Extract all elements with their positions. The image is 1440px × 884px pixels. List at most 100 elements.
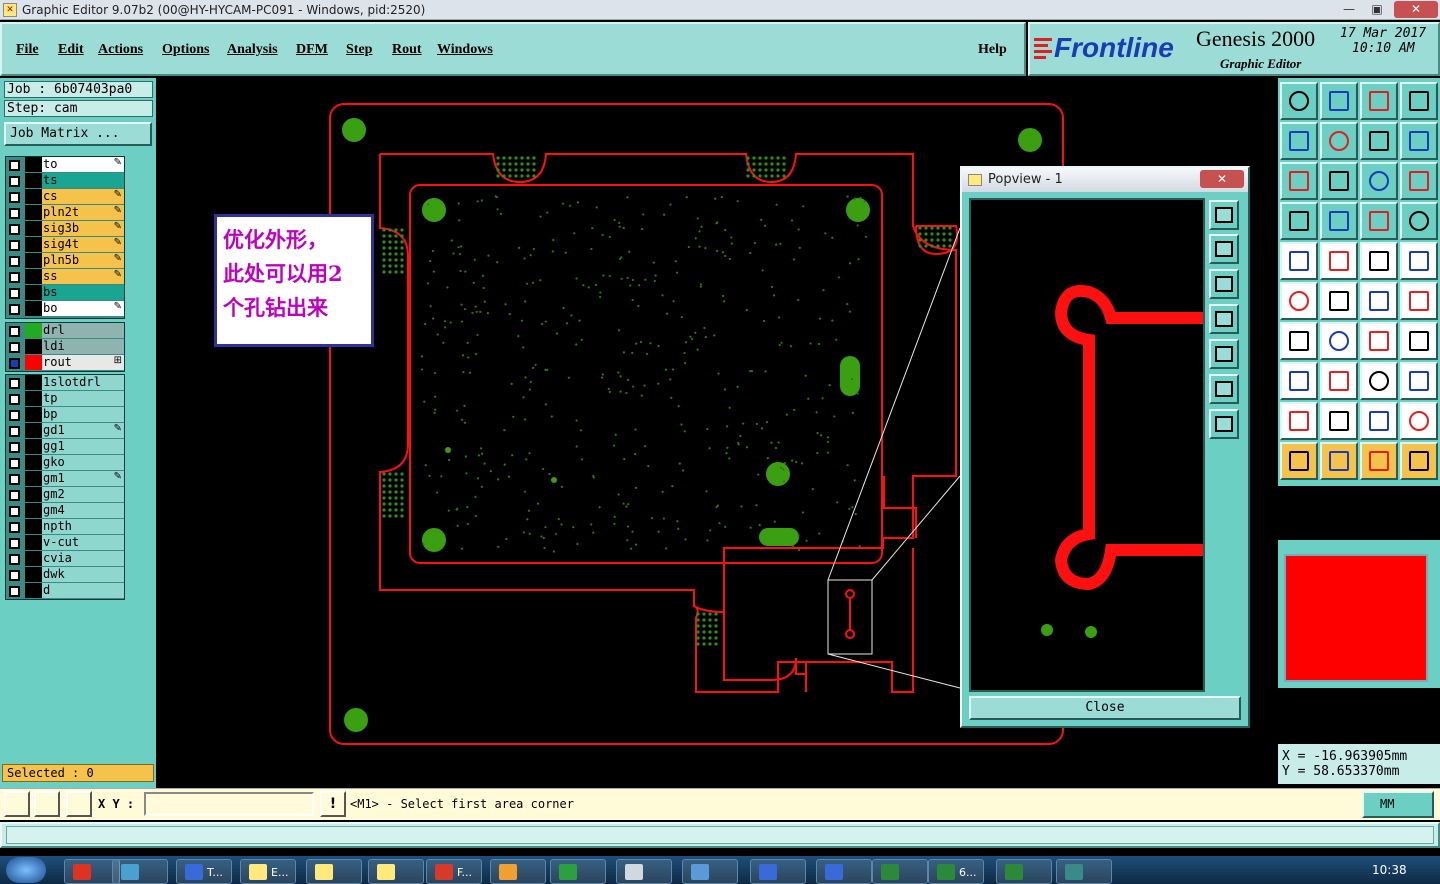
- save-icon[interactable]: [1320, 82, 1358, 120]
- layer-row-sig4t[interactable]: sig4t ✎: [6, 237, 124, 253]
- layer-checkbox[interactable]: [9, 342, 20, 353]
- layer-row-bp[interactable]: bp: [6, 407, 124, 423]
- layer-row-pln5b[interactable]: pln5b ✎: [6, 253, 124, 269]
- layer-checkbox[interactable]: [9, 208, 20, 219]
- layer-row-bs[interactable]: bs: [6, 285, 124, 301]
- layer-name[interactable]: gko: [42, 455, 124, 470]
- menu-help[interactable]: Help: [978, 42, 1007, 58]
- layer-checkbox[interactable]: [9, 192, 20, 203]
- alert-icon[interactable]: !: [320, 791, 346, 817]
- popview-window[interactable]: Popview - 1 ✕ Close: [960, 166, 1250, 728]
- layer-checkbox[interactable]: [9, 458, 20, 469]
- layer-row-1slotdrl[interactable]: 1slotdrl: [6, 375, 124, 391]
- layer-name[interactable]: dwk: [42, 567, 124, 582]
- move-icon[interactable]: [1360, 282, 1398, 320]
- layer-name[interactable]: ss: [42, 269, 124, 284]
- layer-name[interactable]: pln5b: [42, 253, 124, 268]
- zoom-home-icon[interactable]: [1320, 162, 1358, 200]
- layer-checkbox[interactable]: [9, 304, 20, 315]
- layer-name[interactable]: gm4: [42, 503, 124, 518]
- layer-row-gd1[interactable]: gd1 ✎: [6, 423, 124, 439]
- layer-checkbox[interactable]: [9, 554, 20, 565]
- layer-name[interactable]: ts: [42, 173, 124, 188]
- layer-row-gg1[interactable]: gg1: [6, 439, 124, 455]
- layer-row-cvia[interactable]: cvia: [6, 551, 124, 567]
- pad-icon[interactable]: [1280, 242, 1318, 280]
- layer-checkbox[interactable]: [9, 522, 20, 533]
- layer-row-cs[interactable]: cs ✎: [6, 189, 124, 205]
- layer-checkbox[interactable]: [9, 240, 20, 251]
- taskbar-app-4[interactable]: [306, 859, 362, 884]
- menu-file[interactable]: File: [16, 42, 39, 58]
- taskbar-app-13[interactable]: [872, 859, 928, 884]
- taskbar-app-10[interactable]: [682, 859, 738, 884]
- delete-icon[interactable]: [1320, 282, 1358, 320]
- layer-checkbox[interactable]: [9, 474, 20, 485]
- layer-name[interactable]: gm2: [42, 487, 124, 502]
- layer-name[interactable]: sig3b: [42, 221, 124, 236]
- popview-close-x[interactable]: ✕: [1200, 170, 1244, 188]
- popview-pan-right-icon[interactable]: [1209, 339, 1239, 369]
- shapes-icon[interactable]: [1400, 362, 1438, 400]
- triangle-icon[interactable]: [1280, 402, 1318, 440]
- xy-input[interactable]: [144, 792, 314, 816]
- layer-row-gm2[interactable]: gm2: [6, 487, 124, 503]
- layer-row-gm1[interactable]: gm1 ✎: [6, 471, 124, 487]
- line-tool-icon[interactable]: [1320, 202, 1358, 240]
- layer-name[interactable]: npth: [42, 519, 124, 534]
- layer-red-icon[interactable]: [1360, 202, 1398, 240]
- resize-icon[interactable]: [1360, 362, 1398, 400]
- job-matrix-button[interactable]: Job Matrix ...: [4, 122, 152, 146]
- layer-row-dwk[interactable]: dwk: [6, 567, 124, 583]
- taskbar-app-9[interactable]: [616, 859, 672, 884]
- snap-icon[interactable]: [4, 791, 30, 817]
- layer-row-v-cut[interactable]: v-cut: [6, 535, 124, 551]
- help-icon[interactable]: [1400, 162, 1438, 200]
- flip-icon[interactable]: [1400, 322, 1438, 360]
- layer-row-d[interactable]: d: [6, 583, 124, 599]
- popview-zoom-fit-icon[interactable]: [1209, 200, 1239, 230]
- taskbar-app-3[interactable]: E...: [240, 859, 296, 884]
- layer-name[interactable]: drl: [42, 323, 124, 338]
- layer-row-ldi[interactable]: ldi: [6, 339, 124, 355]
- measure-icon[interactable]: [34, 791, 60, 817]
- layer-name[interactable]: rout: [42, 355, 124, 370]
- menu-windows[interactable]: Windows: [437, 42, 493, 58]
- taskbar-app-16[interactable]: [1056, 859, 1112, 884]
- zoom-fit-icon[interactable]: [1280, 162, 1318, 200]
- line-draw-icon[interactable]: [1320, 242, 1358, 280]
- layer-name[interactable]: bs: [42, 285, 124, 300]
- taskbar-app-6[interactable]: F...: [426, 859, 482, 884]
- layer-checkbox[interactable]: [9, 160, 20, 171]
- layer-row-rout[interactable]: rout ⊞: [6, 355, 124, 371]
- transform-icon[interactable]: [1280, 362, 1318, 400]
- layer-checkbox[interactable]: [9, 490, 20, 501]
- minimize-button[interactable]: —: [1336, 1, 1362, 18]
- close-button[interactable]: ✕: [1394, 1, 1438, 18]
- layer-checkbox[interactable]: [9, 506, 20, 517]
- popview-zoom-out-icon[interactable]: [1209, 409, 1239, 439]
- connect-icon[interactable]: [1280, 282, 1318, 320]
- popview-close-button[interactable]: Close: [969, 696, 1241, 720]
- text-icon[interactable]: [1360, 242, 1398, 280]
- layer-checkbox[interactable]: [9, 224, 20, 235]
- window-icon[interactable]: [1400, 82, 1438, 120]
- snap-right-icon[interactable]: [1320, 122, 1358, 160]
- layer-name[interactable]: 1slotdrl: [42, 375, 124, 390]
- popview-pan-down-icon[interactable]: [1209, 269, 1239, 299]
- layer-row-drl[interactable]: drl: [6, 323, 124, 339]
- layer-row-sig3b[interactable]: sig3b ✎: [6, 221, 124, 237]
- layer-row-tp[interactable]: tp: [6, 391, 124, 407]
- taskbar-app-8[interactable]: [550, 859, 606, 884]
- layer-name[interactable]: sig4t: [42, 237, 124, 252]
- menu-analysis[interactable]: Analysis: [227, 42, 278, 58]
- arrow-up-icon[interactable]: [1360, 402, 1398, 440]
- layer-name[interactable]: v-cut: [42, 535, 124, 550]
- layer-checkbox[interactable]: [9, 442, 20, 453]
- select-multi-icon[interactable]: [1400, 442, 1438, 480]
- popview-pan-up-icon[interactable]: [1209, 234, 1239, 264]
- layer-name[interactable]: cs: [42, 189, 124, 204]
- snap-left-icon[interactable]: [1280, 122, 1318, 160]
- redo-icon[interactable]: [1400, 122, 1438, 160]
- angle-icon[interactable]: [1280, 322, 1318, 360]
